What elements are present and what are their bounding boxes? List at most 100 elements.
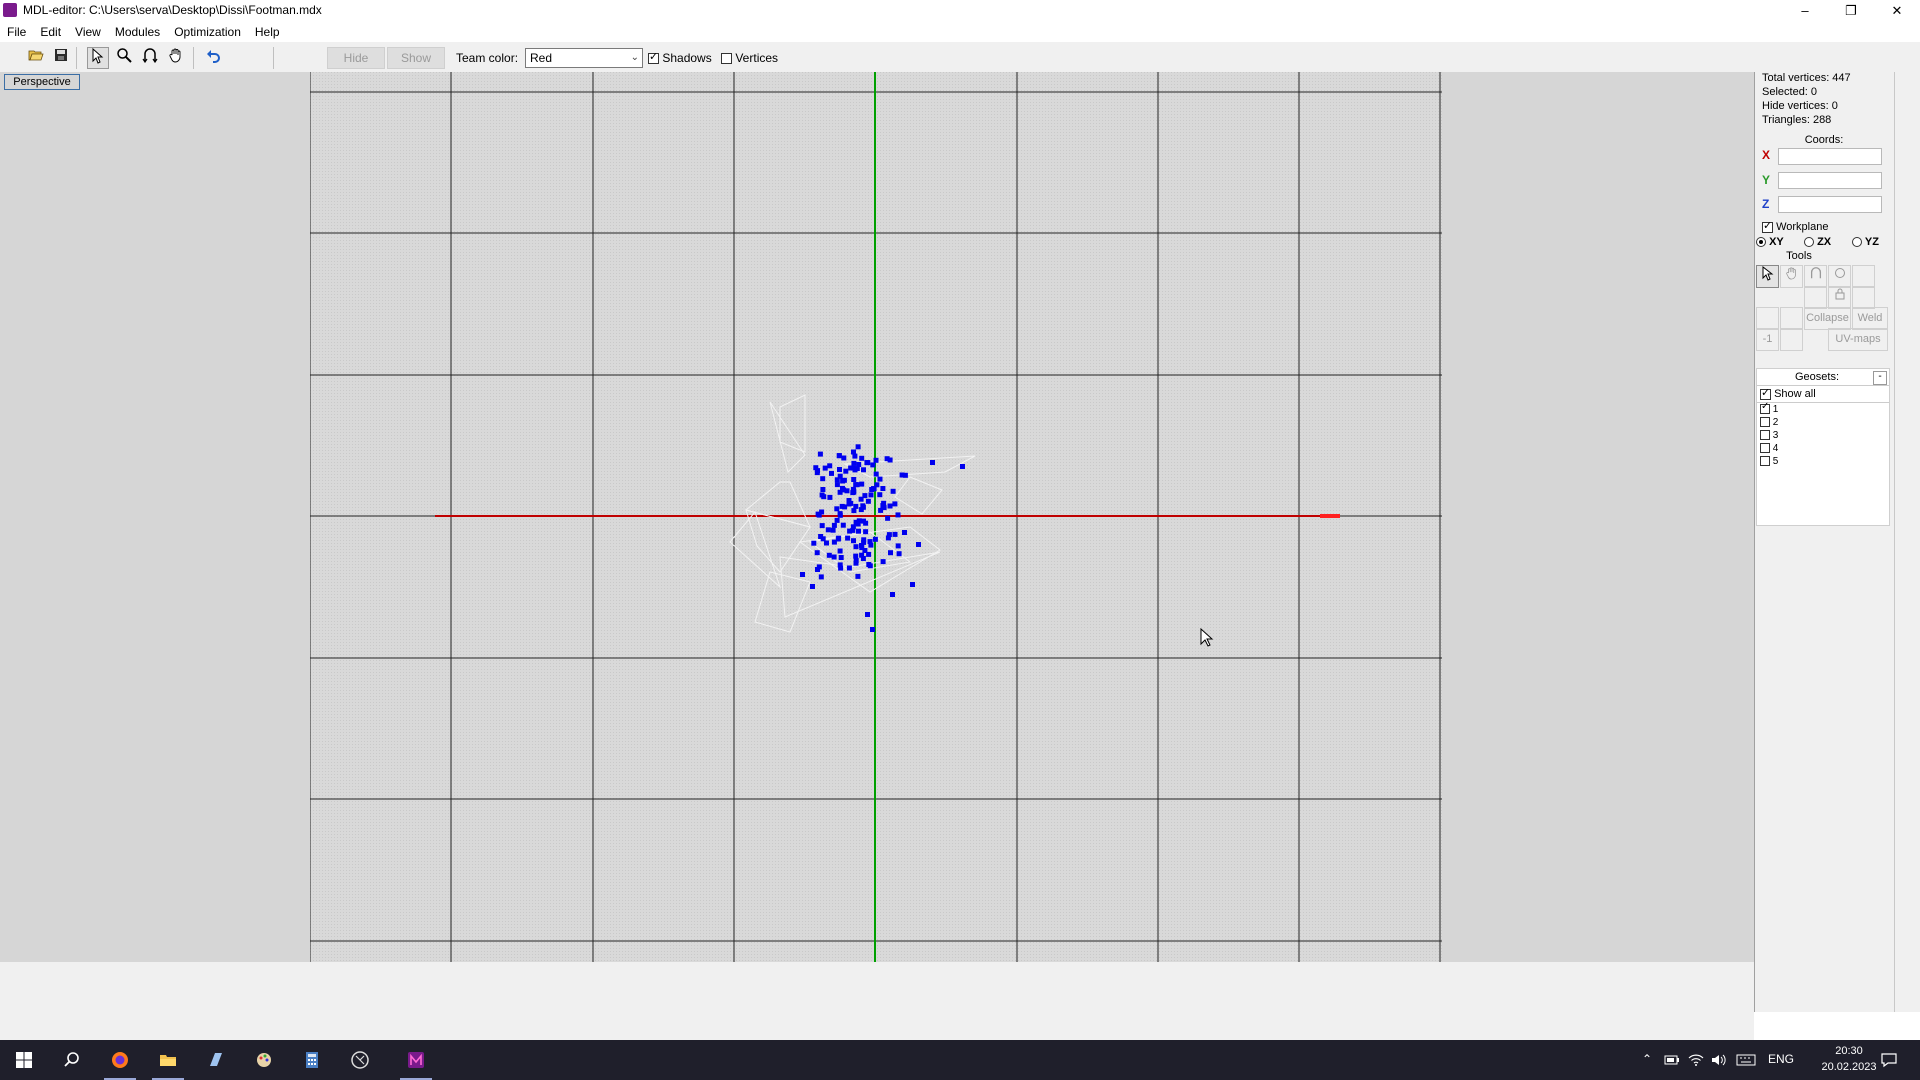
keyboard-icon[interactable] <box>1736 1054 1756 1066</box>
select-tool-button[interactable] <box>87 47 109 69</box>
plane-xy-radio-dot[interactable] <box>1756 237 1766 248</box>
tool-select-vertices-button[interactable] <box>1756 265 1779 288</box>
uv-maps-button[interactable]: UV-maps <box>1828 328 1888 351</box>
volume-icon[interactable] <box>1710 1053 1726 1067</box>
minimize-button[interactable]: – <box>1782 0 1828 22</box>
system-clock[interactable]: 20:30 20.02.2023 <box>1818 1043 1880 1075</box>
tool-extra-button[interactable] <box>1852 265 1875 288</box>
vertex-point <box>840 485 845 491</box>
hand-icon <box>1785 267 1796 280</box>
geoset-check-box[interactable] <box>1760 417 1770 428</box>
geoset-item[interactable]: 1 <box>1760 401 1778 415</box>
weld-button[interactable]: Weld <box>1852 307 1888 330</box>
plane-yz-radio[interactable]: YZ <box>1852 236 1879 248</box>
menu-view[interactable]: View <box>68 22 108 42</box>
team-color-select[interactable]: Red ⌄ <box>525 48 643 68</box>
tool-blank-button[interactable] <box>1780 307 1803 330</box>
tool-scale-button[interactable] <box>1828 265 1851 288</box>
close-button[interactable]: ✕ <box>1874 0 1920 22</box>
plane-zx-radio-dot[interactable] <box>1804 237 1814 248</box>
geoset-item[interactable]: 2 <box>1760 417 1778 428</box>
language-indicator[interactable]: ENG <box>1768 1052 1794 1066</box>
zoom-tool-button[interactable] <box>113 47 135 69</box>
viewport-area[interactable]: Perspective <box>0 72 1754 962</box>
minus-one-button[interactable]: -1 <box>1756 328 1779 351</box>
wifi-icon[interactable] <box>1688 1053 1704 1067</box>
shadows-label: Shadows <box>662 51 712 65</box>
mouse-cursor-icon <box>1200 628 1214 647</box>
maximize-button[interactable]: ❐ <box>1828 0 1874 22</box>
tool-rotate-button[interactable] <box>1804 265 1827 288</box>
menu-help[interactable]: Help <box>248 22 287 42</box>
vertices-label: Vertices <box>735 51 779 65</box>
tool-blank-button[interactable] <box>1780 328 1803 351</box>
geoset-item[interactable]: 3 <box>1760 430 1778 441</box>
taskbar-paint[interactable] <box>240 1040 288 1080</box>
vertices-check-box[interactable] <box>721 53 732 65</box>
plane-yz-radio-dot[interactable] <box>1852 237 1862 248</box>
tool-blank-button[interactable] <box>1852 286 1875 309</box>
show-button[interactable]: Show <box>387 47 445 69</box>
coord-y-input[interactable] <box>1778 172 1882 189</box>
geoset-check-box[interactable] <box>1760 430 1770 441</box>
menu-modules[interactable]: Modules <box>108 22 167 42</box>
vertex-point <box>818 534 824 539</box>
tool-lock-button[interactable] <box>1828 286 1851 309</box>
taskbar-file-explorer[interactable] <box>144 1040 192 1080</box>
geosets-collapse-button[interactable]: - <box>1873 371 1887 385</box>
redo-button[interactable] <box>229 47 251 69</box>
divider <box>1757 402 1889 403</box>
taskbar-calculator[interactable] <box>288 1040 336 1080</box>
taskbar-app-blue[interactable] <box>192 1040 240 1080</box>
vertex-point <box>862 548 868 553</box>
vertex-point <box>859 481 865 487</box>
lock-icon <box>1835 288 1844 300</box>
geoset-item[interactable]: 4 <box>1760 443 1778 454</box>
geoset-check-box[interactable] <box>1760 456 1770 467</box>
menu-file[interactable]: File <box>0 22 33 42</box>
notification-icon[interactable] <box>1880 1052 1898 1068</box>
tray-chevron-up-icon[interactable]: ⌃ <box>1642 1052 1652 1066</box>
save-file-button[interactable] <box>50 47 72 69</box>
taskbar-search-button[interactable] <box>48 1040 96 1080</box>
collapse-button[interactable]: Collapse <box>1804 307 1851 330</box>
tool-blank-button[interactable] <box>1756 307 1779 330</box>
shadows-checkbox[interactable]: Shadows <box>648 50 712 65</box>
geoset-check-box[interactable] <box>1760 401 1770 415</box>
plane-xy-radio[interactable]: XY <box>1756 236 1784 248</box>
perspective-view-button[interactable]: Perspective <box>4 74 80 90</box>
start-button[interactable] <box>0 1040 48 1080</box>
workplane-check-box[interactable] <box>1762 219 1773 233</box>
vertices-checkbox[interactable]: Vertices <box>721 51 778 65</box>
workplane-checkbox[interactable]: Workplane <box>1762 219 1828 233</box>
pan-tool-button[interactable] <box>165 47 187 69</box>
hide-button[interactable]: Hide <box>327 47 385 69</box>
vertex-point <box>837 473 843 479</box>
taskbar-mdl-editor[interactable] <box>392 1040 440 1080</box>
vertex-point <box>892 531 898 537</box>
geoset-item[interactable]: 5 <box>1760 456 1778 467</box>
coord-x-input[interactable] <box>1778 148 1882 165</box>
open-file-button[interactable] <box>25 47 47 69</box>
menu-edit[interactable]: Edit <box>33 22 68 42</box>
team-color-value: Red <box>530 51 553 65</box>
geoset-check-box[interactable] <box>1760 443 1770 454</box>
menu-optimization[interactable]: Optimization <box>167 22 248 42</box>
shadows-check-box[interactable] <box>648 50 659 65</box>
taskbar-app-circle[interactable] <box>336 1040 384 1080</box>
vertex-point <box>859 543 864 548</box>
tool-move-button[interactable] <box>1780 265 1803 288</box>
show-all-check-box[interactable] <box>1760 386 1771 400</box>
vertex-point <box>910 582 915 587</box>
plane-zx-radio[interactable]: ZX <box>1804 236 1831 248</box>
taskbar-firefox[interactable] <box>96 1040 144 1080</box>
undo-button[interactable] <box>203 47 225 69</box>
plane-yz-label: YZ <box>1864 236 1879 248</box>
geoset-show-all[interactable]: Show all <box>1760 386 1816 400</box>
rotate-tool-button[interactable] <box>139 47 161 69</box>
tool-blank-button[interactable] <box>1804 286 1827 309</box>
battery-icon[interactable] <box>1664 1054 1680 1066</box>
coord-z-input[interactable] <box>1778 196 1882 213</box>
viewport-3d[interactable] <box>310 72 1442 962</box>
folder-open-icon <box>28 50 44 61</box>
